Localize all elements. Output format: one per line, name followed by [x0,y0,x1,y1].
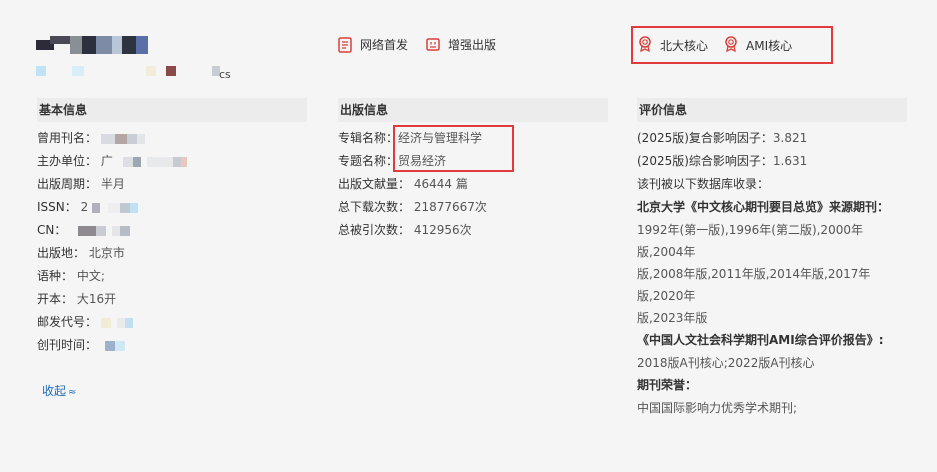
honor-value: 中国国际影响力优秀学术期刊; [637,401,798,415]
info-key: 开本： [37,292,74,306]
info-value: 广 [100,154,113,168]
tag-label: 增强出版 [448,38,497,52]
section-title: 评价信息 [637,98,907,122]
core-ami[interactable]: AMI核心 [724,36,792,55]
award-icon [638,36,652,55]
ami-value: 2018版A刊核心;2022版A刊核心 [637,356,815,370]
info-key: 专辑名称： [338,131,399,145]
info-value: 北京市 [88,246,125,260]
info-key: 出版文献量： [338,177,411,191]
info-row-place: 出版地： 北京市 [37,242,307,265]
info-key: (2025版)综合影响因子： [637,154,773,168]
core-label: AMI核心 [746,39,793,53]
info-row-former-name: 曾用刊名： [37,127,307,150]
info-row-founded: 创刊时间： [37,334,307,357]
info-row-downloads: 总下载次数： 21877667次 [338,196,608,219]
info-key: 主办单位： [37,154,98,168]
info-key: CN： [37,223,67,237]
award-icon [724,36,738,55]
impact-factor-comprehensive: (2025版)综合影响因子：1.631 [637,150,907,173]
info-value: 3.821 [772,131,808,145]
section-title: 基本信息 [37,98,307,122]
section-title: 出版信息 [338,98,608,122]
info-key: 专题名称： [338,154,399,168]
double-chevron-up-icon: ≈ [68,387,77,398]
info-row-postal-code: 邮发代号： [37,311,307,334]
info-row-language: 语种： 中文; [37,265,307,288]
album-highlight-box [393,125,514,172]
info-value: 中文; [76,269,105,283]
info-key: 邮发代号： [37,315,98,329]
pku-editions-line: 版,2008年版,2011年版,2014年版,2017年版,2020年 [637,267,871,303]
collapse-label: 收起 [42,384,67,398]
info-value: 2 [80,200,89,214]
info-value: 1.631 [772,154,808,168]
info-value: 412956次 [413,223,472,237]
collapse-link[interactable]: 收起 ≈ [42,382,76,399]
pku-editions-line: 1992年(第一版),1996年(第二版),2000年版,2004年 [637,223,863,259]
info-key: 出版地： [37,246,86,260]
info-value: 21877667次 [413,200,487,214]
info-key: 总下载次数： [338,200,411,214]
pku-label: 北京大学《中文核心期刊要目总览》来源期刊： [637,200,890,214]
info-row-format: 开本： 大16开 [37,288,307,311]
info-row-cn: CN： [37,219,307,242]
pku-editions-line: 版,2023年版 [637,311,708,325]
info-value: 半月 [100,177,125,191]
info-key: 语种： [37,269,74,283]
info-value: 大16开 [76,292,117,306]
info-key: 出版周期： [37,177,98,191]
info-key: (2025版)复合影响因子： [637,131,773,145]
ami-label: 《中国人文社会科学期刊AMI综合评价报告》: [637,333,884,347]
journal-title-redacted [36,36,148,56]
journal-subtitle-tail: cs [219,68,231,81]
document-icon [338,36,352,53]
info-key: ISSN： [37,200,77,214]
info-row-citations: 总被引次数： 412956次 [338,219,608,242]
info-key: 创刊时间： [37,338,98,352]
info-row-sponsor: 主办单位： 广 [37,150,307,173]
tag-enhanced-publishing[interactable]: 增强出版 [426,36,496,53]
journal-subtitle-redacted: cs [36,66,246,81]
evaluation-info-section: 评价信息 (2025版)复合影响因子：3.821 (2025版)综合影响因子：1… [637,98,907,419]
database-label: 该刊被以下数据库收录： [637,177,770,191]
honor-label: 期刊荣誉： [637,378,698,392]
info-row-article-count: 出版文献量： 46444 篇 [338,173,608,196]
tag-online-first[interactable]: 网络首发 [338,36,408,53]
info-row-frequency: 出版周期： 半月 [37,173,307,196]
info-key: 总被引次数： [338,223,411,237]
impact-factor-composite: (2025版)复合影响因子：3.821 [637,127,907,150]
info-key: 曾用刊名： [37,131,98,145]
basic-info-section: 基本信息 曾用刊名： 主办单位： 广 出版周期： 半月 ISSN： 2 CN： … [37,98,307,357]
core-pku[interactable]: 北大核心 [638,36,708,55]
media-icon [426,37,440,52]
tag-label: 网络首发 [360,38,409,52]
info-value: 46444 篇 [413,177,468,191]
info-row-issn: ISSN： 2 [37,196,307,219]
core-label: 北大核心 [660,39,709,53]
